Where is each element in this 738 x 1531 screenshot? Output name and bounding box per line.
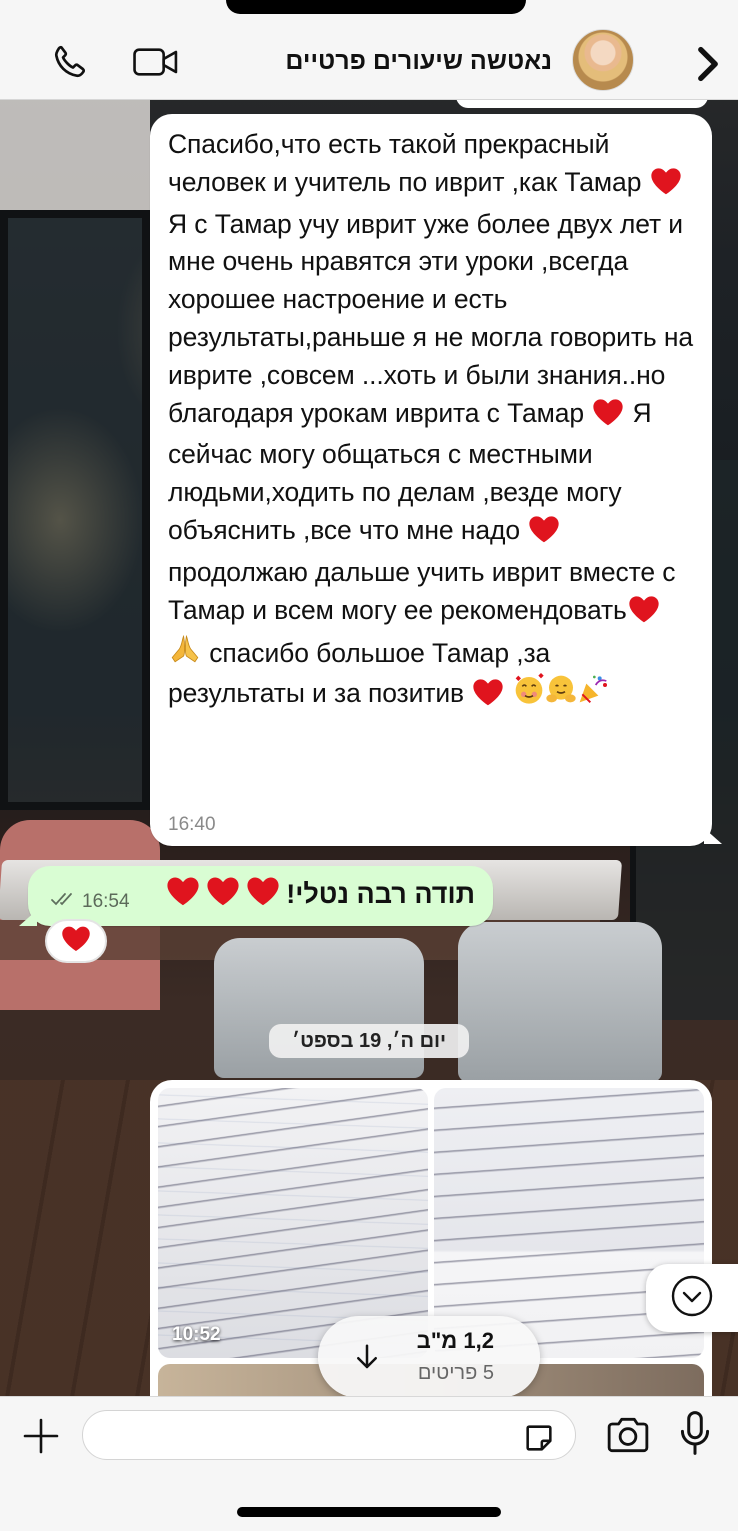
video-icon[interactable] xyxy=(132,42,180,82)
avatar[interactable] xyxy=(572,29,634,91)
heart-icon xyxy=(246,876,280,913)
phone-icon[interactable] xyxy=(50,42,90,82)
mic-icon[interactable] xyxy=(680,1411,710,1455)
date-weekday: יום ה׳, xyxy=(386,1029,447,1052)
heart-icon xyxy=(628,595,660,634)
camera-icon[interactable] xyxy=(606,1415,650,1455)
message-input[interactable] xyxy=(82,1410,576,1460)
message-time: 16:40 xyxy=(168,814,216,835)
heart-icon xyxy=(206,876,240,913)
message-text-part: Я с Тамар учу иврит уже более двух лет и… xyxy=(168,208,694,428)
wallpaper-chair xyxy=(458,922,662,1082)
smiling-face-hearts-icon xyxy=(513,673,545,711)
message-text: Спасибо,что есть такой прекрасный челове… xyxy=(168,126,694,717)
message-text-part: продолжаю дальше учить иврит вместе с Та… xyxy=(168,556,676,625)
heart-icon xyxy=(472,678,504,717)
download-button[interactable]: 1,2 מ"ב 5 פריטים xyxy=(318,1316,540,1398)
heart-icon xyxy=(61,925,91,957)
message-time-status: 16:54 xyxy=(50,890,130,914)
plus-icon[interactable] xyxy=(22,1417,60,1455)
party-popper-icon xyxy=(577,673,609,711)
incoming-message[interactable]: Спасибо,что есть такой прекрасный челове… xyxy=(150,114,722,846)
double-check-icon xyxy=(50,890,78,914)
composer-bar xyxy=(0,1396,738,1531)
heart-icon xyxy=(650,167,682,206)
chat-header: נאטשה שיעורים פרטיים xyxy=(0,0,738,100)
device-notch xyxy=(226,0,526,14)
message-text-body: תודה רבה נטלי! xyxy=(286,879,475,909)
bubble-tail xyxy=(704,828,722,844)
bubble-tail xyxy=(19,910,37,926)
message-text: תודה רבה נטלי! xyxy=(166,876,475,913)
heart-icon xyxy=(166,876,200,913)
download-items-count: 5 פריטים xyxy=(417,1362,494,1384)
wallpaper-window xyxy=(0,210,150,810)
reaction-badge[interactable] xyxy=(45,919,107,963)
heart-icon xyxy=(592,398,624,437)
date-separator: יום ה׳, 19 בספט׳ xyxy=(269,1024,469,1058)
wallpaper-wall xyxy=(0,100,150,210)
back-chevron-icon[interactable] xyxy=(688,44,728,84)
outgoing-message[interactable]: 16:54 תודה רבה נטלי! xyxy=(19,866,493,926)
message-time: 16:54 xyxy=(82,891,130,912)
date-value: 19 בספט׳ xyxy=(291,1029,382,1052)
sticker-icon[interactable] xyxy=(522,1421,556,1455)
download-size: 1,2 מ"ב xyxy=(416,1328,494,1353)
download-icon xyxy=(352,1342,382,1372)
message-text-part: Спасибо,что есть такой прекрасный челове… xyxy=(168,129,649,197)
message-time: 10:52 xyxy=(172,1324,221,1345)
home-indicator xyxy=(237,1507,501,1517)
praying-hands-icon xyxy=(168,633,202,671)
chevron-down-icon xyxy=(670,1274,714,1323)
chat-title[interactable]: נאטשה שיעורים פרטיים xyxy=(200,44,552,78)
scroll-to-bottom-button[interactable] xyxy=(646,1264,738,1332)
hugging-face-icon xyxy=(545,673,577,711)
heart-icon xyxy=(528,515,560,554)
